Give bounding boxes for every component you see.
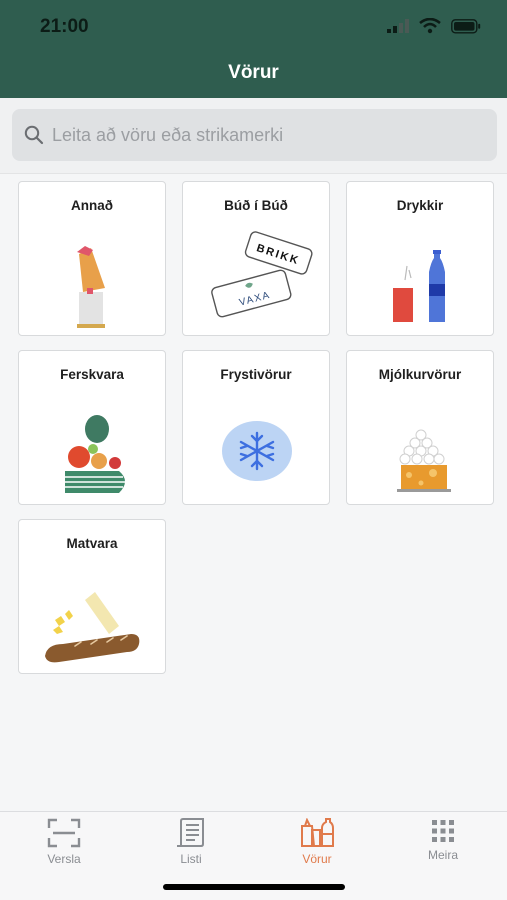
category-card-frystivorur[interactable]: Frystivörur bbox=[182, 350, 330, 505]
cellular-signal-icon bbox=[387, 19, 409, 33]
category-card-matvara[interactable]: Matvara bbox=[18, 519, 166, 674]
wifi-icon bbox=[419, 18, 441, 34]
search-box[interactable] bbox=[12, 109, 497, 161]
tab-listi[interactable]: Listi bbox=[141, 818, 241, 870]
fresh-produce-icon bbox=[65, 415, 125, 493]
tab-vorur[interactable]: Vörur bbox=[267, 818, 367, 870]
bag-on-jar-icon bbox=[77, 246, 105, 328]
search-bar-area bbox=[0, 98, 507, 174]
category-card-annad[interactable]: Annað bbox=[18, 181, 166, 336]
category-label: Drykkir bbox=[396, 198, 444, 213]
home-indicator bbox=[163, 884, 345, 890]
tab-meira[interactable]: Meira bbox=[393, 818, 493, 870]
brikk-vaxa-tags-icon: BRIKK VAXA bbox=[211, 231, 313, 318]
tab-versla[interactable]: Versla bbox=[14, 818, 114, 870]
status-icons bbox=[387, 18, 481, 34]
groceries-icon bbox=[301, 818, 334, 847]
category-grid: Annað Búð í Búð BRIKK VAXA Drykkir Fersk… bbox=[18, 181, 494, 674]
tab-label: Vörur bbox=[302, 852, 332, 866]
tab-label: Versla bbox=[47, 852, 81, 866]
category-label: Annað bbox=[71, 198, 113, 213]
snowflake-icon bbox=[222, 421, 292, 481]
can-and-bottle-icon bbox=[393, 250, 445, 322]
cheese-and-eggs-icon bbox=[397, 429, 451, 492]
battery-icon bbox=[451, 18, 481, 34]
list-icon bbox=[177, 818, 204, 847]
bread-and-butter-icon bbox=[45, 592, 140, 663]
page-title: Vörur bbox=[228, 62, 279, 83]
category-label: Mjólkurvörur bbox=[378, 367, 462, 382]
tab-label: Meira bbox=[427, 848, 458, 862]
category-card-drykkir[interactable]: Drykkir bbox=[346, 181, 494, 336]
category-card-ferskvara[interactable]: Ferskvara bbox=[18, 350, 166, 505]
app-header: 21:00 Vörur bbox=[0, 0, 507, 98]
category-card-mjolkurvorur[interactable]: Mjólkurvörur bbox=[346, 350, 494, 505]
search-input[interactable] bbox=[52, 124, 472, 146]
category-label: Búð í Búð bbox=[224, 198, 288, 213]
category-card-bud-i-bud[interactable]: Búð í Búð BRIKK VAXA bbox=[182, 181, 330, 336]
category-label: Frystivörur bbox=[220, 367, 292, 382]
status-time: 21:00 bbox=[40, 16, 89, 37]
tab-label: Listi bbox=[180, 852, 202, 866]
category-label: Ferskvara bbox=[60, 367, 124, 382]
grid-icon bbox=[432, 820, 454, 842]
search-icon bbox=[24, 125, 44, 145]
scan-icon bbox=[47, 818, 81, 848]
category-label: Matvara bbox=[66, 536, 118, 551]
